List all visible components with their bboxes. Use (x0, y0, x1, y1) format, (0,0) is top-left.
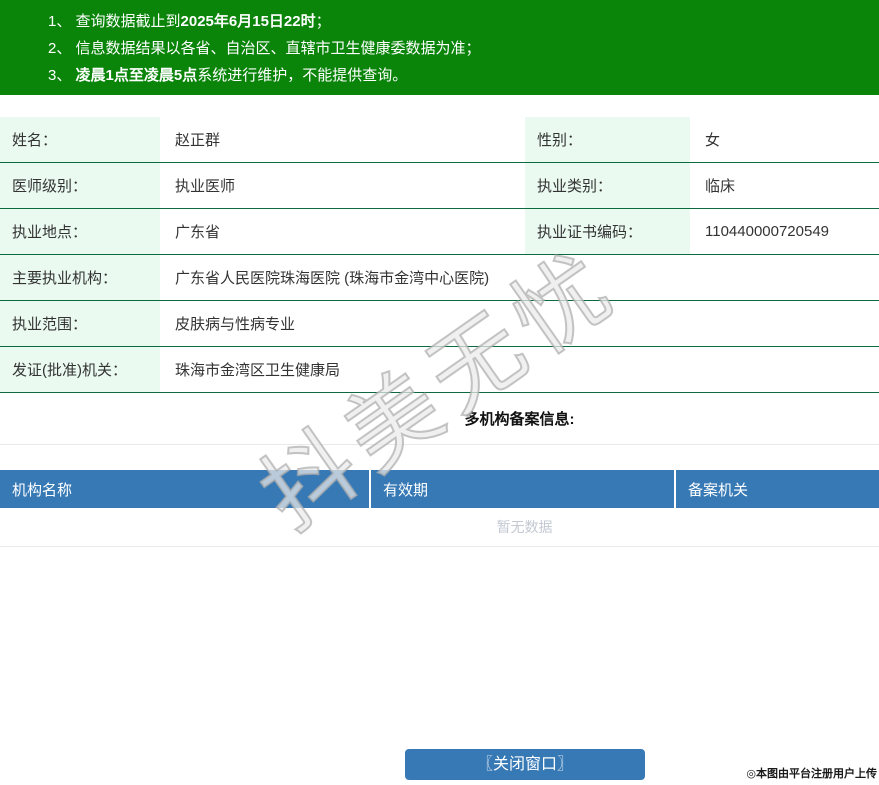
gender-value: 女 (705, 132, 721, 149)
info-row-name-gender: 姓名： 赵正群 性别： 女 (0, 117, 879, 163)
notice-1-suffix: ； (315, 13, 331, 30)
location-label: 执业地点： (0, 209, 160, 254)
issuer-value: 珠海市金湾区卫生健康局 (175, 362, 341, 379)
info-row-location-certno: 执业地点： 广东省 执业证书编码： 110440000720549 (0, 209, 879, 255)
info-row-main-org: 主要执业机构： 广东省人民医院珠海医院 (珠海市金湾中心医院) (0, 255, 879, 301)
scope-value: 皮肤病与性病专业 (175, 316, 296, 333)
gender-label: 性别： (525, 117, 690, 162)
category-value: 临床 (705, 178, 736, 195)
doctor-info-table: 姓名： 赵正群 性别： 女 医师级别： 执业医师 执业类别： 临床 执业地点： … (0, 117, 879, 393)
level-label: 医师级别： (0, 163, 160, 208)
column-header-validity: 有效期 (371, 470, 676, 508)
location-value: 广东省 (175, 224, 221, 241)
notice-line-3: 3、 凌晨1点至凌晨5点系统进行维护，不能提供查询。 (48, 62, 869, 89)
cert-no-label: 执业证书编码： (525, 209, 690, 254)
notice-1-bold: 2025年6月15日22时 (180, 13, 316, 30)
close-window-button[interactable]: 〖关闭窗口〗 (405, 749, 645, 780)
issuer-label: 发证(批准)机关： (0, 347, 160, 392)
info-row-level-category: 医师级别： 执业医师 执业类别： 临床 (0, 163, 879, 209)
level-value: 执业医师 (175, 178, 236, 195)
multi-org-table-header: 机构名称 有效期 备案机关 (0, 470, 879, 508)
multi-org-heading: 多机构备案信息: (0, 393, 879, 445)
upload-credit-text: ◎本图由平台注册用户上传 (746, 768, 877, 780)
info-row-issuer: 发证(批准)机关： 珠海市金湾区卫生健康局 (0, 347, 879, 393)
notice-3-bold: 凌晨1点至凌晨5点 (75, 67, 198, 84)
cert-no-value: 110440000720549 (705, 223, 830, 240)
column-header-filing-authority: 备案机关 (688, 481, 749, 499)
multi-org-table: 机构名称 有效期 备案机关 暂无数据 (0, 470, 879, 547)
notice-1-text: 1、 查询数据截止到 (48, 13, 181, 30)
notice-3-text: 3、 (48, 67, 76, 84)
name-value: 赵正群 (175, 132, 221, 149)
main-org-value: 广东省人民医院珠海医院 (珠海市金湾中心医院) (175, 270, 490, 287)
notice-line-1: 1、 查询数据截止到2025年6月15日22时； (48, 8, 869, 35)
notice-2-text: 2、 信息数据结果以各省、自治区、直辖市卫生健康委数据为准； (48, 40, 481, 57)
main-org-label: 主要执业机构： (0, 255, 160, 300)
scope-label: 执业范围： (0, 301, 160, 346)
category-label: 执业类别： (525, 163, 690, 208)
notice-3-suffix: 系统进行维护，不能提供查询。 (197, 67, 408, 84)
empty-data-text: 暂无数据 (0, 508, 879, 547)
name-label: 姓名： (0, 117, 160, 162)
info-row-scope: 执业范围： 皮肤病与性病专业 (0, 301, 879, 347)
notice-line-2: 2、 信息数据结果以各省、自治区、直辖市卫生健康委数据为准； (48, 35, 869, 62)
notice-banner: 1、 查询数据截止到2025年6月15日22时； 2、 信息数据结果以各省、自治… (0, 0, 879, 95)
column-header-org-name: 机构名称 (0, 470, 371, 508)
